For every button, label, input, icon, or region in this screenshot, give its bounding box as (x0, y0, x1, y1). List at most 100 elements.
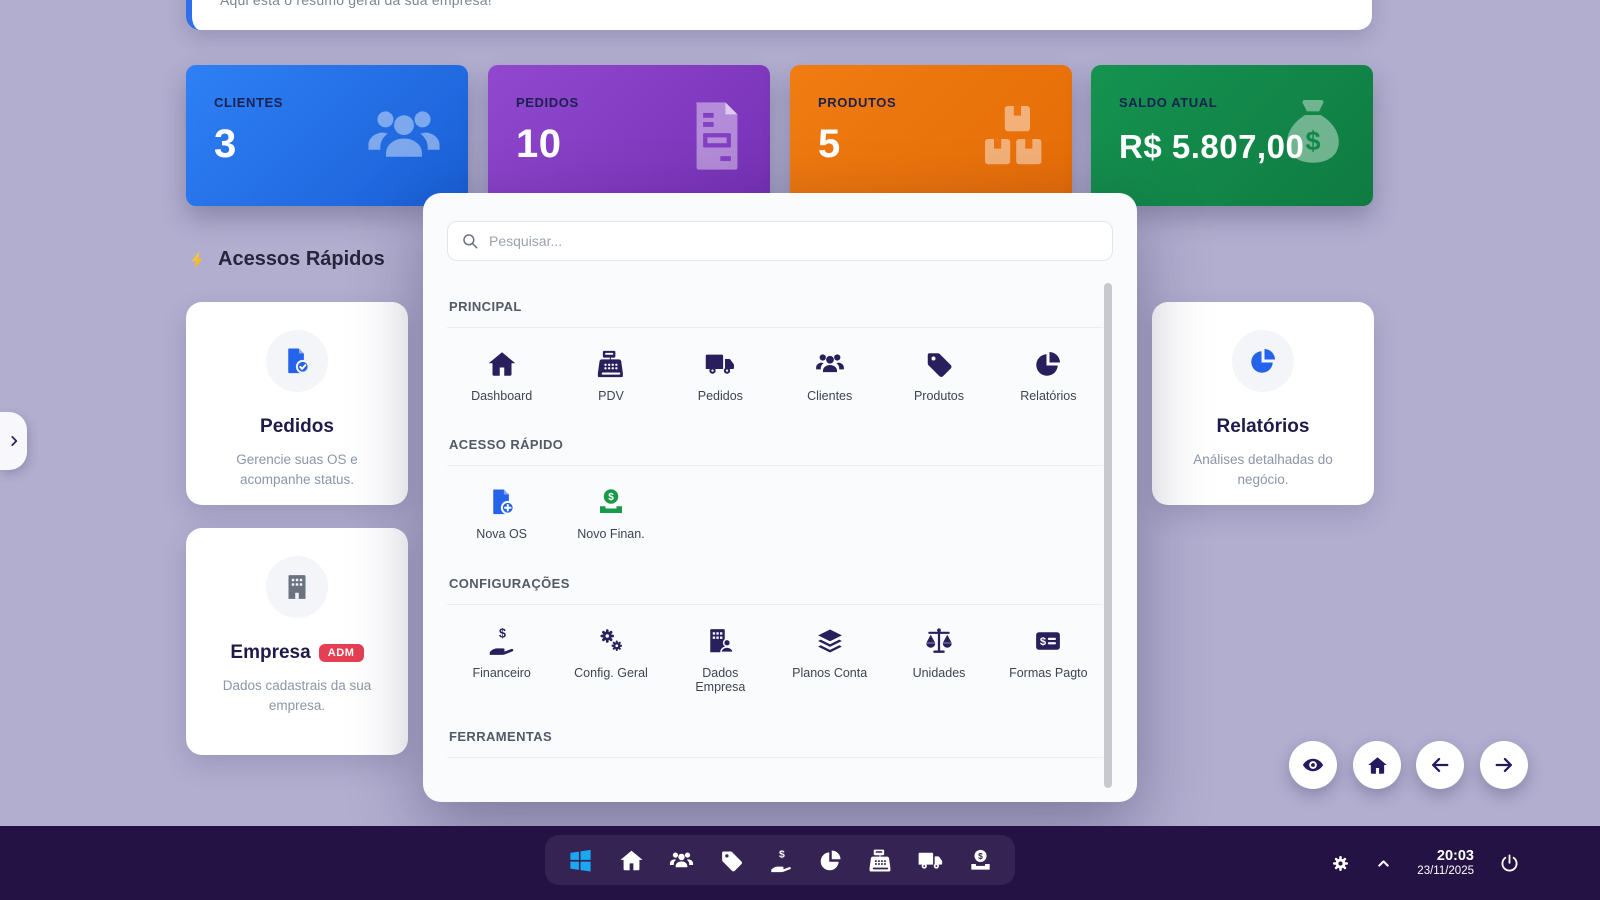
dock-financeiro-button[interactable]: $ (769, 848, 794, 873)
menu-item-label: PDV (598, 389, 624, 403)
quick-card-icon-circle (1232, 330, 1294, 392)
menu-item-label: Dados Empresa (692, 666, 748, 695)
svg-text:$: $ (1040, 636, 1047, 648)
screen: Aqui está o resumo geral da sua empresa!… (0, 0, 1600, 900)
menu-item-financeiro[interactable]: $ Financeiro (447, 626, 556, 695)
section-items: $ Financeiro (447, 605, 1103, 719)
fab-back-button[interactable] (1416, 741, 1464, 789)
section-divider (447, 757, 1103, 758)
menu-item-produtos[interactable]: Produtos (884, 349, 993, 403)
scale-icon (924, 626, 954, 656)
section-principal: PRINCIPAL Dashboard (447, 289, 1103, 427)
section-configuracoes: CONFIGURAÇÕES $ Financeiro (447, 566, 1103, 719)
menu-item-clientes[interactable]: Clientes (775, 349, 884, 403)
menu-item-label: Financeiro (472, 666, 530, 680)
file-check-icon (282, 346, 312, 376)
modal-body: PRINCIPAL Dashboard (447, 289, 1103, 802)
svg-text:$: $ (978, 850, 983, 860)
money-in-icon: $ (968, 848, 993, 873)
credit-card-icon: $ (1033, 626, 1063, 656)
menu-item-dados-empresa[interactable]: Dados Empresa (666, 626, 775, 695)
section-items: Nova OS $ Novo Finan. (447, 466, 1103, 565)
tag-icon (719, 848, 744, 873)
tag-icon (924, 349, 954, 379)
quick-card-description: Gerencie suas OS e acompanhe status. (204, 450, 390, 491)
quick-card-icon-circle (266, 330, 328, 392)
dock-produtos-button[interactable] (719, 848, 744, 873)
quick-card-description: Análises detalhadas do negócio. (1170, 450, 1356, 491)
money-bag-icon: $ (1277, 97, 1349, 175)
fab-forward-button[interactable] (1480, 741, 1528, 789)
dock-novo-financeiro-button[interactable]: $ (968, 848, 993, 873)
menu-item-novo-financeiro[interactable]: $ Novo Finan. (556, 487, 665, 541)
menu-item-label: Config. Geral (574, 666, 648, 680)
menu-item-label: Unidades (913, 666, 966, 680)
money-in-icon: $ (596, 487, 626, 517)
menu-item-pdv[interactable]: PDV (556, 349, 665, 403)
dock-clientes-button[interactable] (669, 848, 694, 873)
pie-chart-icon (1033, 349, 1063, 379)
windows-start-button[interactable] (567, 847, 594, 874)
pie-chart-icon (1248, 346, 1278, 376)
menu-item-dashboard[interactable]: Dashboard (447, 349, 556, 403)
users-icon (669, 848, 694, 873)
truck-icon (705, 349, 735, 379)
menu-item-label: Relatórios (1020, 389, 1076, 403)
users-group-icon (364, 104, 444, 168)
fab-eye-button[interactable] (1289, 741, 1337, 789)
section-items: Dashboard PDV (447, 328, 1103, 427)
welcome-text: Aqui está o resumo geral da sua empresa! (220, 0, 492, 8)
gears-icon (596, 626, 626, 656)
adm-badge: ADM (319, 644, 364, 662)
arrow-right-icon (1493, 754, 1515, 776)
power-icon (1499, 853, 1520, 874)
users-icon (815, 349, 845, 379)
quick-card-pedidos[interactable]: Pedidos Gerencie suas OS e acompanhe sta… (186, 302, 408, 505)
taskbar-power-button[interactable] (1499, 853, 1520, 874)
taskbar-right-cluster: 20:03 23/11/2025 (1331, 826, 1520, 900)
search-input[interactable] (489, 233, 1099, 249)
menu-item-formas-pagto[interactable]: $ Formas Pagto (994, 626, 1103, 695)
modal-scrollbar[interactable] (1104, 283, 1112, 788)
stat-card-saldo[interactable]: SALDO ATUAL R$ 5.807,00 $ (1091, 65, 1373, 206)
svg-text:$: $ (608, 492, 614, 503)
section-ferramentas: FERRAMENTAS (447, 719, 1103, 758)
menu-item-label: Novo Finan. (577, 527, 644, 541)
arrow-left-icon (1429, 754, 1451, 776)
cash-register-icon (868, 848, 893, 873)
quick-card-empresa[interactable]: EmpresaADM Dados cadastrais da sua empre… (186, 528, 408, 755)
sidebar-expand-handle[interactable] (0, 412, 27, 470)
menu-item-label: Formas Pagto (1009, 666, 1088, 680)
home-icon (1367, 755, 1388, 776)
dock-relatorios-button[interactable] (818, 848, 843, 873)
menu-item-label: Dashboard (471, 389, 532, 403)
dock-pdv-button[interactable] (868, 848, 893, 873)
menu-item-config-geral[interactable]: Config. Geral (556, 626, 665, 695)
section-title: FERRAMENTAS (447, 719, 1103, 757)
section-title: CONFIGURAÇÕES (447, 566, 1103, 604)
menu-item-relatorios[interactable]: Relatórios (994, 349, 1103, 403)
eye-icon (1302, 754, 1324, 776)
menu-item-nova-os[interactable]: Nova OS (447, 487, 556, 541)
command-palette-modal: PRINCIPAL Dashboard (423, 193, 1137, 802)
stat-card-clientes[interactable]: CLIENTES 3 (186, 65, 468, 206)
menu-item-unidades[interactable]: Unidades (884, 626, 993, 695)
building-user-icon (705, 626, 735, 656)
svg-text:$: $ (499, 626, 506, 640)
dock-pedidos-button[interactable] (918, 848, 943, 873)
menu-item-pedidos[interactable]: Pedidos (666, 349, 775, 403)
quick-card-relatorios[interactable]: Relatórios Análises detalhadas do negóci… (1152, 302, 1374, 505)
chevron-up-icon (1375, 855, 1392, 872)
dock-home-button[interactable] (619, 848, 644, 873)
fab-home-button[interactable] (1353, 741, 1401, 789)
taskbar-expand-button[interactable] (1375, 855, 1392, 872)
cash-register-icon (596, 349, 626, 379)
taskbar-settings-button[interactable] (1331, 854, 1350, 873)
menu-item-label: Planos Conta (792, 666, 867, 680)
stat-card-produtos[interactable]: PRODUTOS 5 (790, 65, 1072, 206)
stat-card-pedidos[interactable]: PEDIDOS 10 (488, 65, 770, 206)
quick-card-title-text: Empresa (230, 642, 310, 663)
lightning-icon (188, 249, 208, 271)
building-icon (282, 572, 312, 602)
menu-item-planos-conta[interactable]: Planos Conta (775, 626, 884, 695)
